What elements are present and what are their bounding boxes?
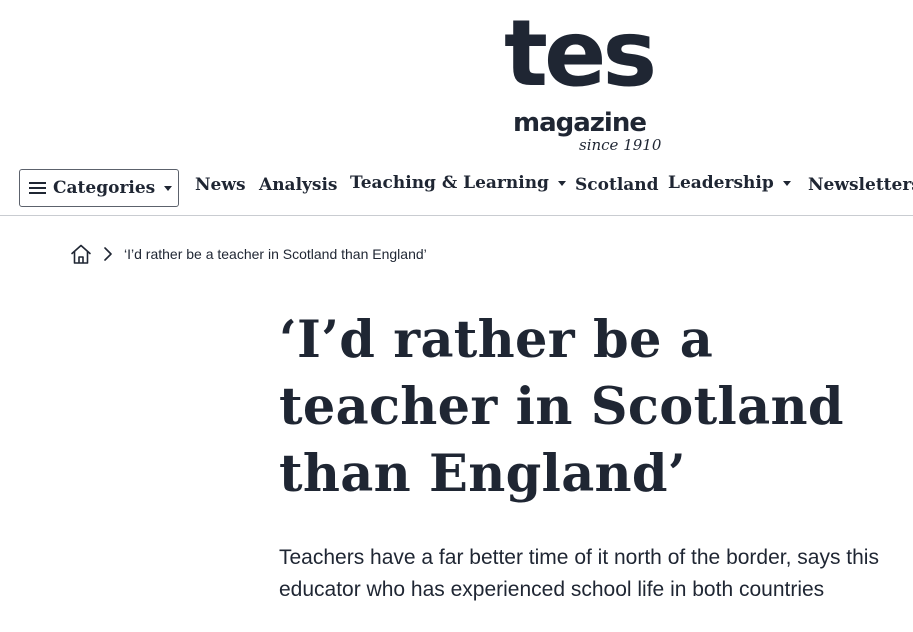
categories-label: Categories (53, 178, 156, 198)
nav-item-newsletters[interactable]: Newsletters (808, 175, 913, 195)
nav-item-label: Analysis (259, 175, 338, 195)
nav-item-label: Newsletters (808, 175, 913, 195)
nav-item-label: Teaching & Learning (350, 173, 549, 193)
nav-item-leadership[interactable]: Leadership (668, 173, 791, 193)
nav-item-label: Leadership (668, 173, 774, 193)
chevron-right-icon (104, 247, 112, 261)
logo-wordmark: tes (504, 0, 657, 107)
logo-subtitle: magazine (513, 108, 647, 138)
chevron-down-icon (782, 180, 791, 186)
nav-item-news[interactable]: News (195, 175, 246, 195)
breadcrumb-current-page: ‘I’d rather be a teacher in Scotland tha… (124, 246, 427, 262)
breadcrumb: ‘I’d rather be a teacher in Scotland tha… (70, 242, 427, 266)
logo-tagline: since 1910 (579, 136, 662, 154)
site-header: tes magazine since 1910 Categories News … (0, 0, 913, 216)
nav-item-analysis[interactable]: Analysis (259, 175, 338, 195)
categories-menu-button[interactable]: Categories (19, 169, 179, 207)
main-navigation: Categories News Analysis Teaching & Lear… (0, 169, 913, 207)
article-headline: ‘I’d rather be a teacher in Scotland tha… (279, 310, 844, 504)
article-standfirst: Teachers have a far better time of it no… (279, 546, 879, 601)
chevron-down-icon (164, 185, 173, 191)
chevron-down-icon (557, 180, 566, 186)
nav-item-teaching-learning[interactable]: Teaching & Learning (350, 173, 566, 193)
tes-magazine-logo[interactable]: tes magazine since 1910 (504, 8, 664, 156)
home-icon[interactable] (70, 243, 92, 265)
hamburger-menu-icon (29, 181, 46, 195)
nav-item-scotland[interactable]: Scotland (575, 175, 659, 195)
nav-item-label: Scotland (575, 175, 659, 195)
nav-item-label: News (195, 175, 246, 195)
